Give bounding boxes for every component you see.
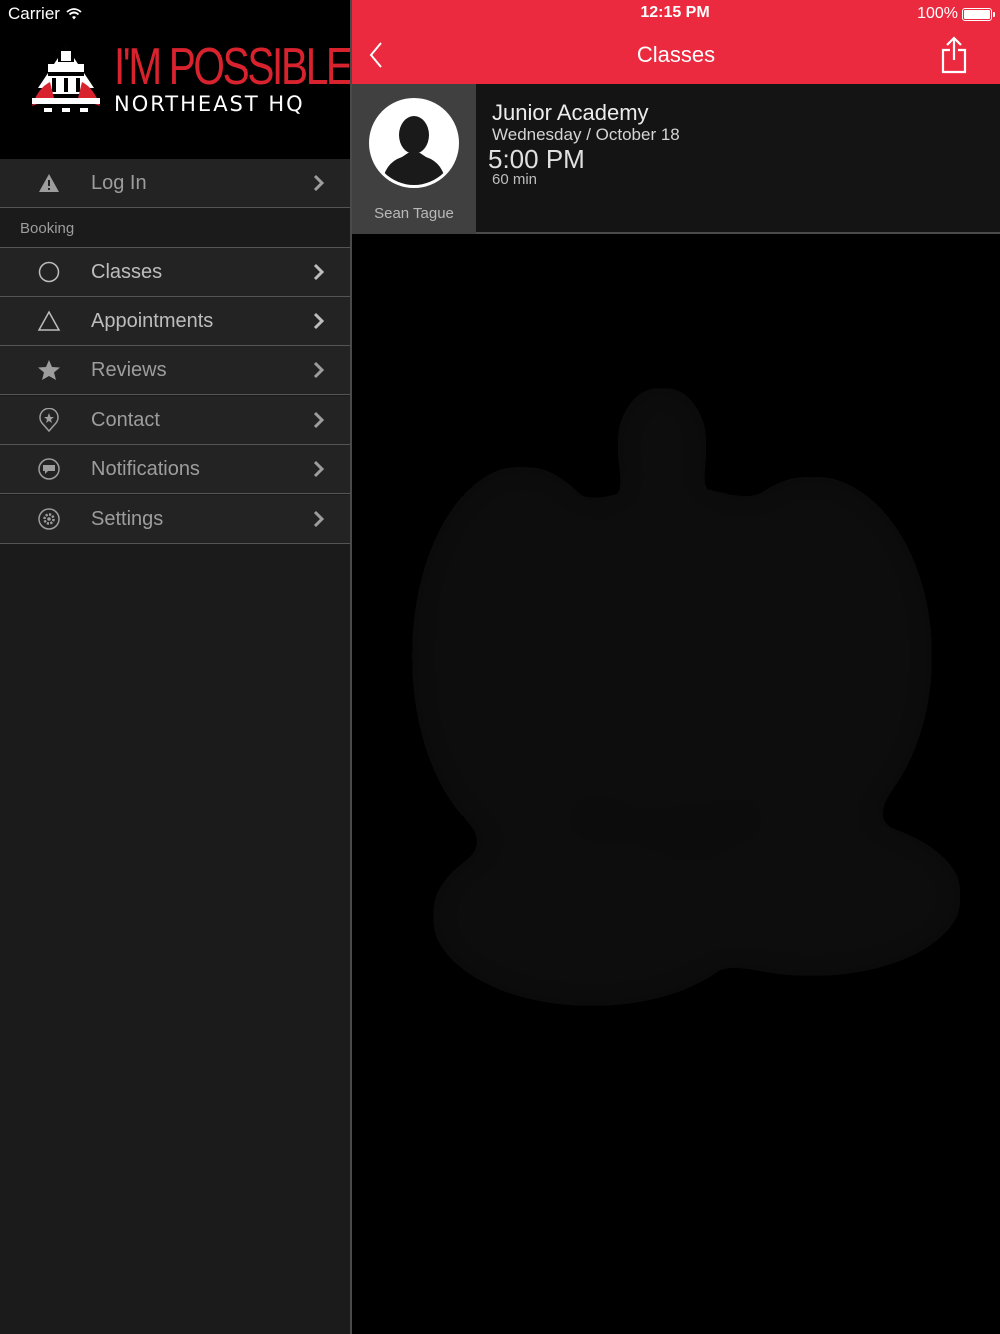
chevron-right-icon	[313, 174, 325, 192]
sidebar-item-appointments[interactable]: Appointments	[0, 297, 350, 346]
carrier-label: Carrier	[8, 4, 60, 23]
sidebar-item-label: Appointments	[91, 309, 214, 332]
sidebar-item-contact[interactable]: Contact	[0, 396, 350, 445]
chevron-right-icon	[313, 411, 325, 429]
chevron-right-icon	[313, 263, 325, 281]
class-title: Junior Academy	[492, 100, 649, 125]
sidebar-item-label: Contact	[91, 408, 160, 431]
battery-icon	[962, 7, 995, 21]
circle-icon	[37, 260, 61, 284]
sidebar-item-classes[interactable]: Classes	[0, 248, 350, 297]
class-duration: 60 min	[492, 171, 538, 188]
sidebar-item-label: Notifications	[91, 457, 200, 480]
sidebar-item-label: Log In	[91, 171, 147, 194]
nav-title: Classes	[636, 42, 716, 67]
chevron-right-icon	[313, 312, 325, 330]
instructor-name: Sean Tague	[374, 205, 454, 222]
split-divider	[350, 0, 352, 1334]
sidebar-item-login[interactable]: Log In	[0, 159, 350, 208]
share-icon[interactable]	[940, 36, 968, 74]
logo-mark	[32, 46, 100, 112]
chat-bubble-icon	[37, 457, 61, 481]
background-watermark	[412, 386, 962, 1006]
star-icon	[37, 358, 61, 382]
sidebar-item-label: Reviews	[91, 358, 167, 381]
gear-icon	[37, 507, 61, 531]
section-header-booking: Booking	[0, 209, 350, 248]
logo-title: I'M POSSIBLE	[114, 38, 353, 96]
sidebar-item-reviews[interactable]: Reviews	[0, 346, 350, 395]
sidebar: I'M POSSIBLE NORTHEAST HQ Log In Booking…	[0, 0, 353, 1334]
battery-percent: 100%	[917, 5, 958, 22]
sidebar-item-notifications[interactable]: Notifications	[0, 445, 350, 494]
instructor-panel: Sean Tague	[352, 84, 476, 234]
section-label: Booking	[20, 220, 75, 237]
person-silhouette-icon	[372, 101, 456, 185]
class-list-item[interactable]: Sean Tague Junior Academy Wednesday / Oc…	[352, 84, 1000, 234]
main-panel: Classes Sean Tague Junior Academy Wednes…	[352, 0, 1000, 1334]
sidebar-item-settings[interactable]: Settings	[0, 495, 350, 544]
wifi-icon	[66, 8, 82, 20]
sidebar-item-label: Classes	[91, 260, 163, 283]
class-date: Wednesday / October 18	[492, 125, 680, 144]
status-carrier: Carrier	[8, 4, 82, 24]
sidebar-item-label: Settings	[91, 507, 164, 530]
status-time-label: 12:15 PM	[640, 4, 710, 21]
warning-icon	[37, 171, 61, 195]
chevron-right-icon	[313, 510, 325, 528]
battery-level	[964, 9, 990, 19]
chevron-right-icon	[313, 460, 325, 478]
status-time: 12:15 PM	[350, 4, 1000, 22]
triangle-icon	[37, 309, 61, 333]
avatar	[369, 98, 459, 188]
location-pin-icon	[37, 408, 61, 432]
chevron-right-icon	[313, 361, 325, 379]
status-battery: 100%	[917, 4, 995, 24]
